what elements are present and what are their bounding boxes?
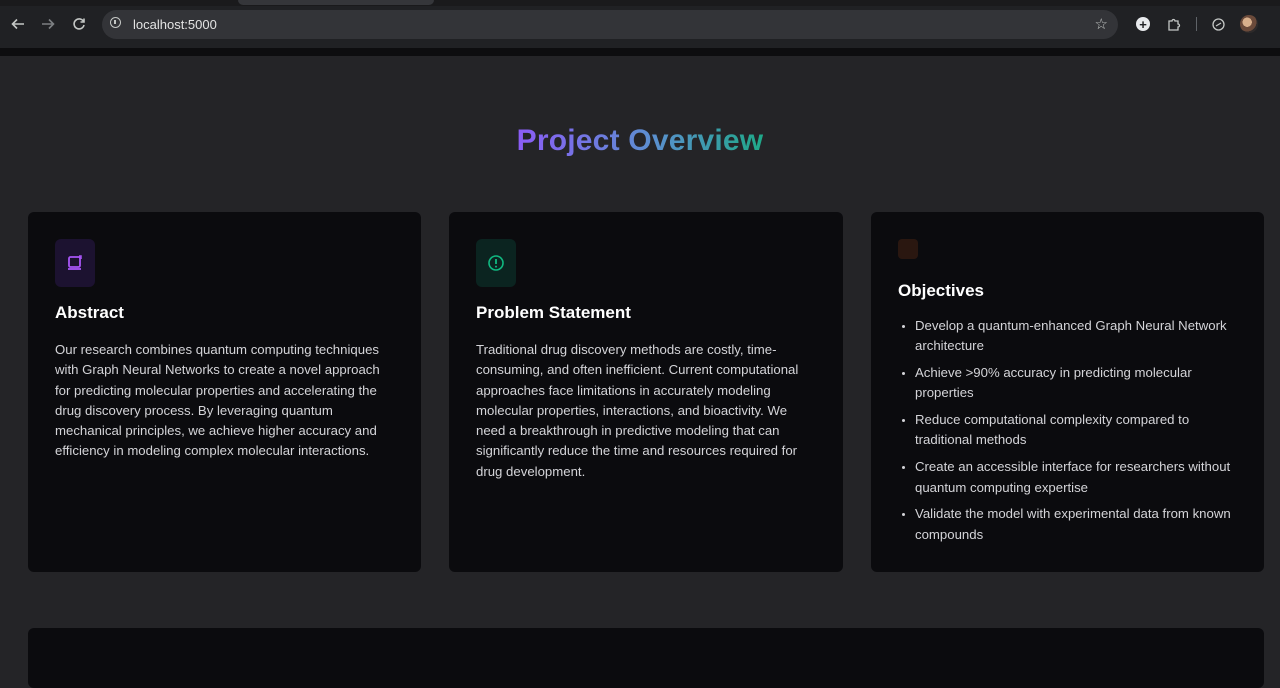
problem-statement-title: Problem Statement: [476, 303, 631, 322]
tab-strip: [0, 0, 1280, 6]
toolbar-bottom-edge: [0, 48, 1280, 56]
objective-item: Achieve >90% accuracy in predicting mole…: [915, 363, 1237, 404]
alert-circle-icon: [476, 239, 516, 287]
site-info-icon[interactable]: [110, 17, 121, 28]
target-icon: [898, 239, 918, 259]
active-tab[interactable]: [238, 0, 434, 5]
address-bar[interactable]: localhost:5000 ☆: [102, 10, 1118, 39]
next-section-card: [28, 628, 1264, 688]
objective-item: Create an accessible interface for resea…: [915, 457, 1237, 498]
forward-icon[interactable]: [38, 14, 58, 34]
sync-icon[interactable]: [1209, 15, 1227, 33]
objectives-title: Objectives: [898, 281, 984, 300]
reload-icon[interactable]: [69, 14, 89, 34]
back-icon[interactable]: [8, 14, 28, 34]
bookmark-star-icon[interactable]: ☆: [1095, 15, 1108, 33]
profile-avatar[interactable]: [1240, 15, 1258, 33]
objectives-card: Objectives Develop a quantum-enhanced Gr…: [871, 212, 1264, 572]
objective-item: Reduce computational complexity compared…: [915, 410, 1237, 451]
browser-toolbar: localhost:5000 ☆ +: [0, 0, 1280, 48]
scroll-icon: [55, 239, 95, 287]
abstract-card: Abstract Our research combines quantum c…: [28, 212, 421, 572]
problem-statement-text: Traditional drug discovery methods are c…: [476, 342, 799, 479]
objective-item: Develop a quantum-enhanced Graph Neural …: [915, 316, 1237, 357]
toolbar-divider: [1196, 17, 1197, 31]
url-text[interactable]: localhost:5000: [133, 17, 217, 32]
problem-statement-card: Problem Statement Traditional drug disco…: [449, 212, 843, 572]
page-title: Project Overview: [0, 124, 1280, 158]
objectives-list: Develop a quantum-enhanced Graph Neural …: [898, 316, 1237, 545]
abstract-title: Abstract: [55, 303, 124, 322]
page-title-text: Project Overview: [516, 124, 764, 157]
extension-add-icon[interactable]: +: [1136, 17, 1150, 32]
abstract-text: Our research combines quantum computing …: [55, 342, 380, 459]
objective-item: Validate the model with experimental dat…: [915, 504, 1237, 545]
extensions-puzzle-icon[interactable]: [1165, 15, 1183, 33]
